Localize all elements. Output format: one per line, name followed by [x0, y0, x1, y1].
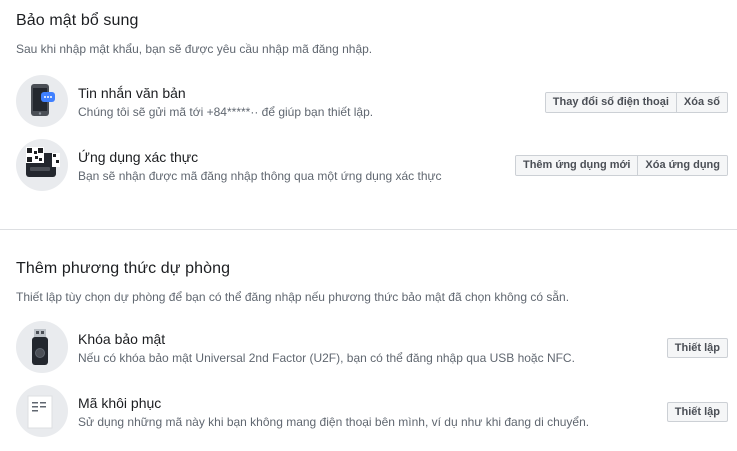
- change-phone-button[interactable]: Thay đổi số điện thoại: [545, 93, 676, 112]
- section-divider: [0, 229, 737, 230]
- sms-method-row: Tin nhắn văn bản Chúng tôi sẽ gửi mã tới…: [16, 75, 728, 129]
- section-description: Thiết lập tùy chọn dự phòng để bạn có th…: [16, 290, 570, 304]
- sms-button-group: Thay đổi số điện thoại Xóa số: [544, 92, 728, 113]
- setup-recovery-codes-button[interactable]: Thiết lập: [666, 402, 728, 422]
- security-key-description: Nếu có khóa bảo mật Universal 2nd Factor…: [78, 351, 575, 365]
- section-title: Bảo mật bổ sung: [16, 12, 139, 29]
- authenticator-app-icon: [16, 139, 68, 191]
- authenticator-description: Bạn sẽ nhận được mã đăng nhập thông qua …: [78, 169, 442, 183]
- setup-security-key-button[interactable]: Thiết lập: [666, 338, 728, 358]
- add-app-button[interactable]: Thêm ứng dụng mới: [515, 156, 638, 175]
- authenticator-button-group: Thêm ứng dụng mới Xóa ứng dụng: [514, 155, 728, 176]
- security-key-title: Khóa bảo mật: [78, 331, 166, 347]
- section-title: Thêm phương thức dự phòng: [16, 260, 231, 277]
- recovery-codes-row: Mã khôi phục Sử dụng những mã này khi bạ…: [16, 385, 728, 439]
- phone-sms-icon: [16, 75, 68, 127]
- backup-method-section: Thêm phương thức dự phòng Thiết lập tùy …: [0, 231, 737, 451]
- remove-number-button[interactable]: Xóa số: [675, 93, 727, 112]
- sms-title: Tin nhắn văn bản: [78, 85, 186, 101]
- authenticator-method-row: Ứng dụng xác thực Bạn sẽ nhận được mã đă…: [16, 139, 728, 193]
- recovery-codes-icon: [16, 385, 68, 437]
- section-description: Sau khi nhập mật khẩu, bạn sẽ được yêu c…: [16, 42, 373, 56]
- recovery-codes-description: Sử dụng những mã này khi bạn không mang …: [78, 415, 590, 429]
- recovery-codes-title: Mã khôi phục: [78, 395, 162, 411]
- remove-app-button[interactable]: Xóa ứng dụng: [637, 156, 727, 175]
- security-key-row: Khóa bảo mật Nếu có khóa bảo mật Univers…: [16, 321, 728, 375]
- additional-security-section: Bảo mật bổ sung Sau khi nhập mật khẩu, b…: [0, 0, 737, 230]
- sms-description: Chúng tôi sẽ gửi mã tới +84*****·· để gi…: [78, 105, 374, 119]
- security-key-icon: [16, 321, 68, 373]
- authenticator-title: Ứng dụng xác thực: [78, 149, 199, 165]
